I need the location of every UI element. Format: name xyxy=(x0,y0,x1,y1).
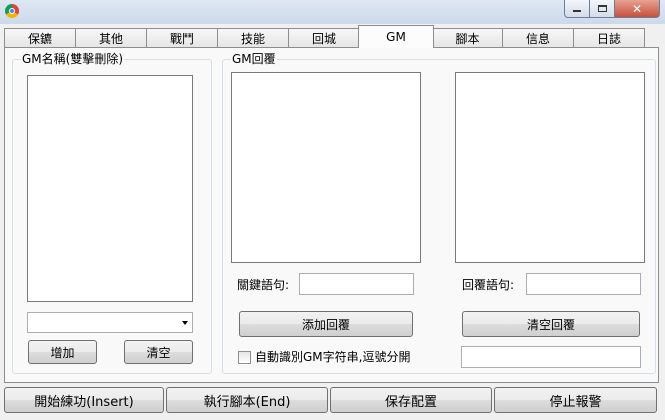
tab-gm[interactable]: GM xyxy=(358,25,434,48)
reply-input[interactable] xyxy=(526,273,641,295)
chevron-down-icon[interactable] xyxy=(182,321,188,325)
title-bar: ✕ xyxy=(0,0,665,24)
save-config-button[interactable]: 保存配置 xyxy=(330,387,492,413)
tab-return-town[interactable]: 回城 xyxy=(288,28,360,47)
stop-alarm-button[interactable]: 停止報警 xyxy=(494,387,657,413)
tab-bodyguard[interactable]: 保鑣 xyxy=(4,28,76,47)
clear-gm-button[interactable]: 清空 xyxy=(124,340,193,364)
start-training-button[interactable]: 開始練功(Insert) xyxy=(4,387,164,413)
reply-list[interactable] xyxy=(455,72,645,263)
keyword-list[interactable] xyxy=(231,72,421,263)
maximize-icon xyxy=(597,5,607,12)
run-script-button[interactable]: 執行腳本(End) xyxy=(166,387,328,413)
clear-reply-button[interactable]: 清空回覆 xyxy=(462,311,640,337)
tab-info[interactable]: 信息 xyxy=(502,28,574,47)
maximize-button[interactable] xyxy=(590,0,615,18)
gm-names-list[interactable] xyxy=(27,75,193,302)
add-gm-button[interactable]: 增加 xyxy=(28,340,97,364)
reply-label: 回覆語句: xyxy=(462,278,515,292)
auto-detect-label: 自動識別GM字符串,逗號分開 xyxy=(255,350,411,364)
tab-other[interactable]: 其他 xyxy=(75,28,147,47)
minimize-icon xyxy=(573,10,581,12)
auto-detect-input[interactable] xyxy=(461,346,641,368)
gm-reply-title: GM回覆 xyxy=(231,52,277,66)
keyword-input[interactable] xyxy=(299,273,414,295)
tab-log[interactable]: 日誌 xyxy=(573,28,645,47)
tab-combat[interactable]: 戰鬥 xyxy=(146,28,218,47)
add-reply-button[interactable]: 添加回覆 xyxy=(239,311,413,337)
gm-names-title: GM名稱(雙擊刪除) xyxy=(21,52,125,66)
app-icon xyxy=(5,4,19,18)
keyword-label: 關鍵語句: xyxy=(237,278,290,292)
close-icon: ✕ xyxy=(631,1,643,16)
gm-name-combo[interactable] xyxy=(27,312,193,333)
auto-detect-checkbox[interactable] xyxy=(238,351,251,364)
close-button[interactable]: ✕ xyxy=(615,0,660,18)
tab-script[interactable]: 腳本 xyxy=(432,28,503,47)
window-controls: ✕ xyxy=(564,0,660,18)
minimize-button[interactable] xyxy=(564,0,590,18)
tab-skills[interactable]: 技能 xyxy=(217,28,289,47)
